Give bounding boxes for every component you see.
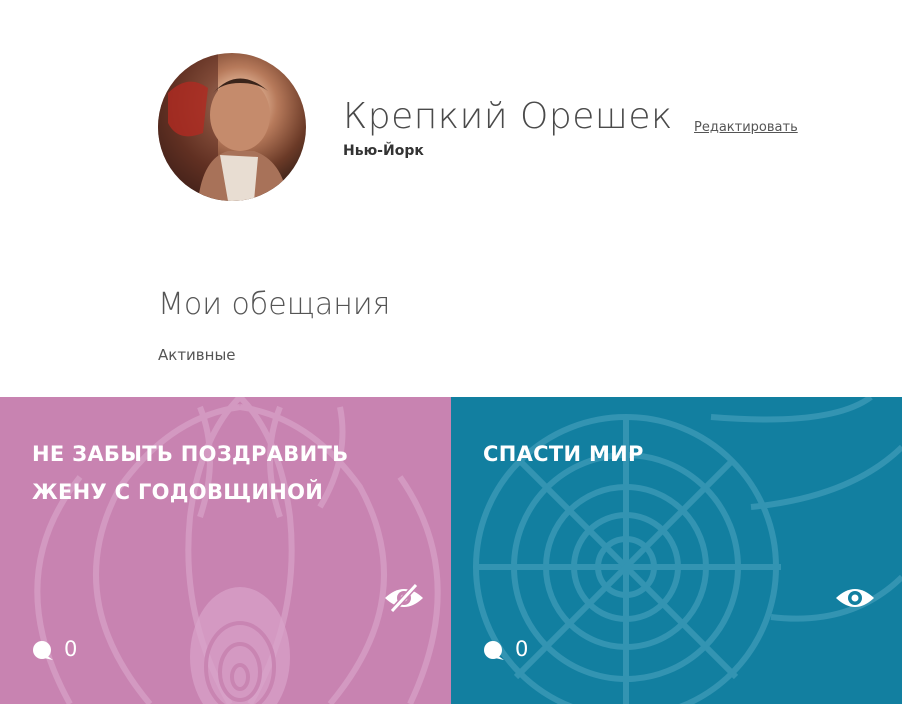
comment-count: 0 [64, 637, 78, 661]
profile-city: Нью-Йорк [343, 143, 424, 159]
filter-active-tab[interactable]: Активные [158, 346, 236, 364]
avatar [158, 53, 306, 201]
promise-title: СПАСТИ МИР [483, 442, 644, 466]
promise-card[interactable]: НЕ ЗАБЫТЬ ПОЗДРАВИТЬ ЖЕНУ С ГОДОВЩИНОЙ 0 [0, 397, 451, 704]
profile-name: Крепкий Орешек [343, 96, 673, 137]
section-title: Мои обещания [158, 287, 391, 322]
avatar-photo [158, 53, 288, 201]
eye-icon[interactable] [834, 584, 876, 612]
edit-profile-link[interactable]: Редактировать [694, 120, 798, 135]
comment-count: 0 [515, 637, 529, 661]
promise-title: НЕ ЗАБЫТЬ ПОЗДРАВИТЬ ЖЕНУ С ГОДОВЩИНОЙ [32, 442, 349, 504]
comment-icon [484, 641, 504, 660]
comment-icon [33, 641, 53, 660]
eye-slash-icon[interactable] [383, 584, 425, 612]
promise-card[interactable]: СПАСТИ МИР 0 [451, 397, 902, 704]
